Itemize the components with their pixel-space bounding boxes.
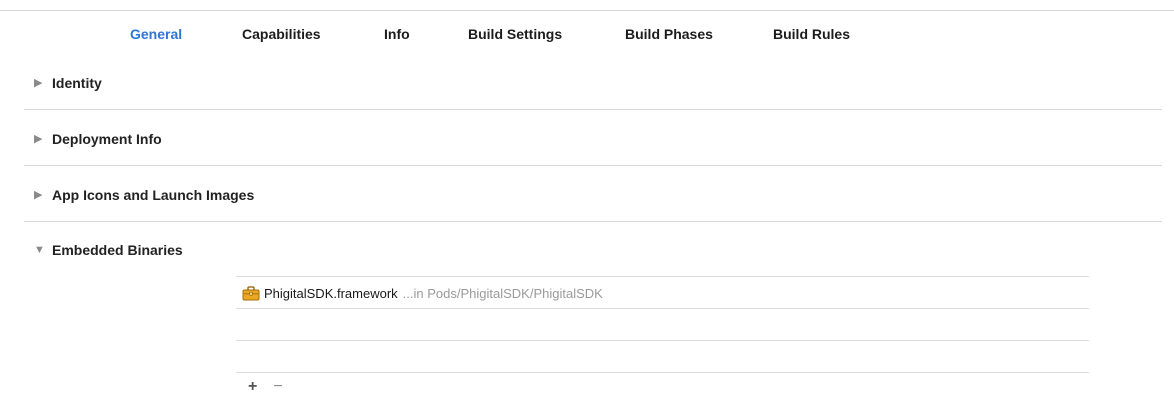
list-divider <box>236 276 1089 277</box>
disclosure-triangle-down-icon[interactable]: ▼ <box>34 242 48 258</box>
editor-tab-bar: General Capabilities Info Build Settings… <box>0 26 1174 42</box>
remove-button[interactable]: − <box>273 379 282 395</box>
section-embedded-binaries[interactable]: ▼ Embedded Binaries <box>34 242 183 258</box>
section-deployment-info[interactable]: ▶ Deployment Info <box>34 131 162 147</box>
section-divider <box>24 109 1162 110</box>
tab-build-phases[interactable]: Build Phases <box>625 26 713 42</box>
tab-capabilities[interactable]: Capabilities <box>242 26 321 42</box>
list-controls: + − <box>248 379 283 395</box>
list-divider <box>236 308 1089 309</box>
tab-general[interactable]: General <box>130 26 182 42</box>
section-identity[interactable]: ▶ Identity <box>34 75 102 91</box>
add-button[interactable]: + <box>248 379 257 395</box>
list-divider <box>236 372 1089 373</box>
section-identity-label: Identity <box>52 75 102 91</box>
disclosure-triangle-right-icon[interactable]: ▶ <box>34 75 48 91</box>
section-embedded-binaries-label: Embedded Binaries <box>52 242 183 258</box>
section-deployment-info-label: Deployment Info <box>52 131 162 147</box>
tab-build-rules[interactable]: Build Rules <box>773 26 850 42</box>
section-app-icons-label: App Icons and Launch Images <box>52 187 255 203</box>
tab-info[interactable]: Info <box>384 26 410 42</box>
section-divider <box>24 221 1162 222</box>
framework-toolbox-icon <box>242 285 260 301</box>
list-divider <box>236 340 1089 341</box>
framework-path: ...in Pods/PhigitalSDK/PhigitalSDK <box>402 285 603 301</box>
disclosure-triangle-right-icon[interactable]: ▶ <box>34 131 48 147</box>
list-item[interactable]: PhigitalSDK.framework ...in Pods/Phigita… <box>242 278 603 308</box>
section-divider <box>24 165 1162 166</box>
section-app-icons[interactable]: ▶ App Icons and Launch Images <box>34 187 254 203</box>
disclosure-triangle-right-icon[interactable]: ▶ <box>34 187 48 203</box>
framework-name: PhigitalSDK.framework <box>264 285 398 301</box>
top-divider <box>0 10 1174 11</box>
tab-build-settings[interactable]: Build Settings <box>468 26 562 42</box>
